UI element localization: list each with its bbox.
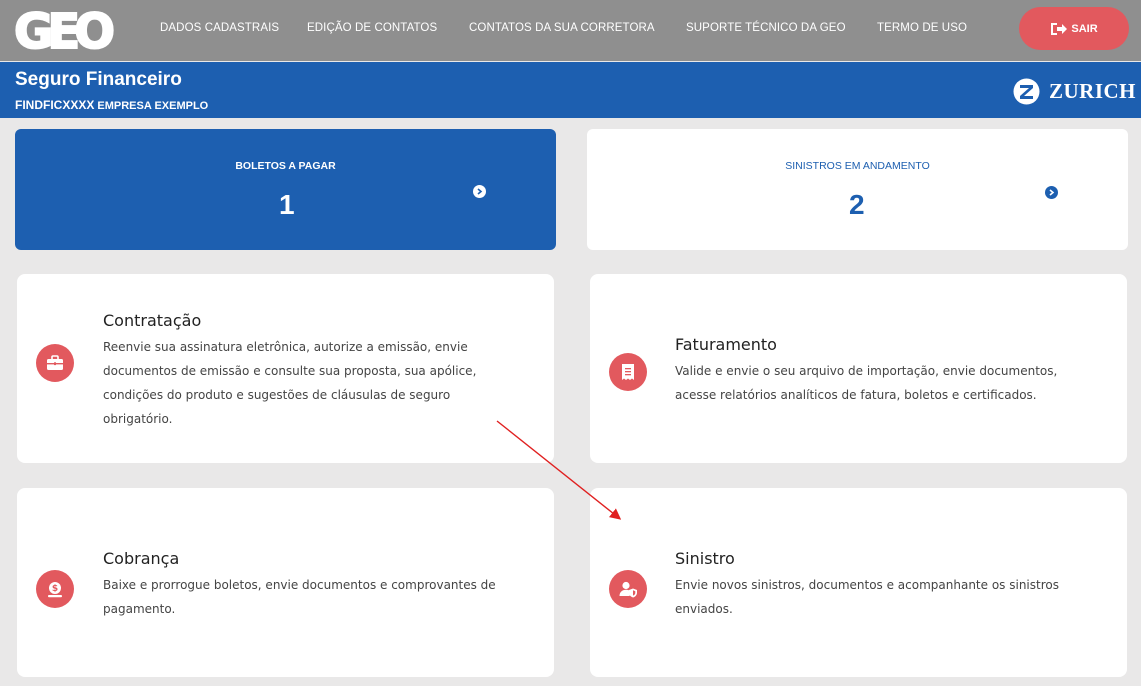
service-description: Reenvie sua assinatura eletrônica, autor…: [103, 335, 476, 431]
service-description: Envie novos sinistros, documentos e acom…: [675, 573, 1059, 621]
chevron-right-icon[interactable]: [473, 185, 486, 198]
description-line: Envie novos sinistros, documentos e acom…: [675, 578, 1059, 592]
boletos-a-pagar-card[interactable]: BOLETOS A PAGAR 1: [15, 129, 556, 250]
nav-link-suporte-tecnico[interactable]: SUPORTE TÉCNICO DA GEO: [686, 22, 846, 34]
logout-button[interactable]: SAIR: [1019, 7, 1129, 50]
service-card-faturamento[interactable]: Faturamento Valide e envie o seu arquivo…: [590, 274, 1127, 463]
svg-text:$: $: [52, 584, 58, 594]
description-line: acesse relatórios analíticos de fatura, …: [675, 388, 1037, 402]
logout-label: SAIR: [1071, 22, 1098, 35]
user-shield-icon: [609, 570, 647, 608]
policy-info: FINDFICXXXX EMPRESA EXEMPLO: [15, 98, 208, 112]
service-description: Valide e envie o seu arquivo de importaç…: [675, 359, 1057, 407]
insurer-logo: ZURICH: [1013, 78, 1136, 105]
nav-link-edicao-contatos[interactable]: EDIÇÃO DE CONTATOS: [307, 22, 437, 34]
service-title: Cobrança: [103, 549, 180, 568]
logout-icon: [1051, 22, 1068, 35]
chevron-right-icon[interactable]: [1045, 186, 1058, 199]
briefcase-icon: [36, 344, 74, 382]
sinistros-em-andamento-card[interactable]: SINISTROS EM ANDAMENTO 2: [587, 129, 1128, 250]
zurich-icon: [1013, 78, 1040, 105]
receipt-icon: [609, 353, 647, 391]
geo-logo[interactable]: GEO: [14, 2, 114, 58]
policy-code: FINDFICXXXX: [15, 98, 95, 112]
page-title: Seguro Financeiro: [15, 69, 182, 90]
service-title: Sinistro: [675, 549, 735, 568]
boletos-count: 1: [279, 189, 295, 220]
sinistros-label: SINISTROS EM ANDAMENTO: [785, 160, 930, 172]
description-line: pagamento.: [103, 602, 176, 616]
description-line: enviados.: [675, 602, 733, 616]
service-card-contratacao[interactable]: Contratação Reenvie sua assinatura eletr…: [17, 274, 554, 463]
company-name: EMPRESA EXEMPLO: [97, 100, 209, 112]
service-title: Contratação: [103, 311, 202, 330]
nav-link-contatos-corretora[interactable]: CONTATOS DA SUA CORRETORA: [469, 22, 655, 34]
nav-link-termo-de-uso[interactable]: TERMO DE USO: [877, 22, 967, 34]
description-line: Valide e envie o seu arquivo de importaç…: [675, 364, 1058, 378]
boletos-label: BOLETOS A PAGAR: [235, 160, 336, 172]
insurer-name: ZURICH: [1049, 79, 1137, 103]
service-card-cobranca[interactable]: $ Cobrança Baixe e prorrogue boletos, en…: [17, 488, 554, 677]
sinistros-count: 2: [849, 189, 865, 220]
description-line: condições do produto e sugestões de cláu…: [103, 388, 451, 402]
service-description: Baixe e prorrogue boletos, envie documen…: [103, 573, 496, 621]
service-card-sinistro[interactable]: Sinistro Envie novos sinistros, document…: [590, 488, 1127, 677]
nav-link-dados-cadastrais[interactable]: DADOS CADASTRAIS: [160, 22, 279, 34]
service-title: Faturamento: [675, 335, 777, 354]
description-line: documentos de emissão e consulte sua pro…: [103, 364, 477, 378]
description-line: Baixe e prorrogue boletos, envie documen…: [103, 578, 496, 592]
money-bag-icon: $: [36, 570, 74, 608]
description-line: obrigatório.: [103, 412, 173, 426]
geo-logo-text: GEO: [14, 4, 113, 58]
description-line: Reenvie sua assinatura eletrônica, autor…: [103, 340, 468, 354]
